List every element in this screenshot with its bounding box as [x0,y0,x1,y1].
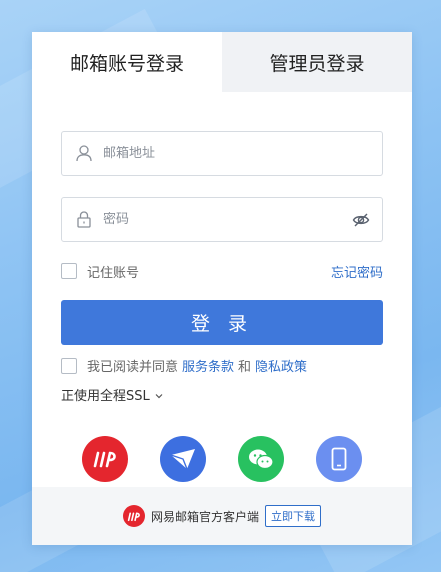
paper-plane-icon[interactable] [160,436,206,482]
user-icon [75,145,93,163]
netease-mail-icon[interactable] [82,436,128,482]
netease-logo-icon [122,505,145,527]
client-download-bar: 网易邮箱官方客户端 立即下载 [32,487,412,545]
privacy-link[interactable]: 隐私政策 [255,356,307,375]
tab-label: 管理员登录 [269,52,365,75]
remember-row: 记住账号 忘记密码 [61,262,383,281]
agree-and: 和 [238,360,252,375]
tab-email-login[interactable]: 邮箱账号登录 [32,32,222,92]
wechat-icon[interactable] [238,436,284,482]
tab-admin-login[interactable]: 管理员登录 [222,32,412,92]
chevron-down-icon [154,390,164,400]
agreement-row: 我已阅读并同意 服务条款 和 隐私政策 [61,356,307,375]
app-login-options [82,436,362,482]
ssl-selector[interactable]: 正使用全程SSL [61,385,164,404]
email-input[interactable] [103,146,333,161]
mobile-phone-icon[interactable] [316,436,362,482]
login-card: 邮箱账号登录 管理员登录 邮箱地址 记住账号 忘记密码 登 录 我已阅读并同意 … [32,32,412,545]
email-field[interactable] [61,131,383,176]
download-button[interactable]: 立即下载 [265,505,321,527]
remember-label[interactable]: 记住账号 [87,262,139,281]
ssl-label: 正使用全程SSL [61,389,150,404]
remember-checkbox[interactable] [61,263,77,279]
login-button[interactable]: 登 录 [61,300,383,345]
agree-prefix: 我已阅读并同意 [87,360,179,375]
forgot-password-link[interactable]: 忘记密码 [331,262,383,281]
tab-label: 邮箱账号登录 [69,52,184,75]
password-field[interactable] [61,197,383,242]
login-tabs: 邮箱账号登录 管理员登录 [32,32,412,92]
terms-link[interactable]: 服务条款 [182,356,234,375]
client-text: 网易邮箱官方客户端 [150,509,259,524]
eye-off-icon[interactable] [352,211,370,229]
lock-icon [75,211,93,229]
agree-checkbox[interactable] [61,357,77,374]
password-input[interactable] [103,212,333,227]
